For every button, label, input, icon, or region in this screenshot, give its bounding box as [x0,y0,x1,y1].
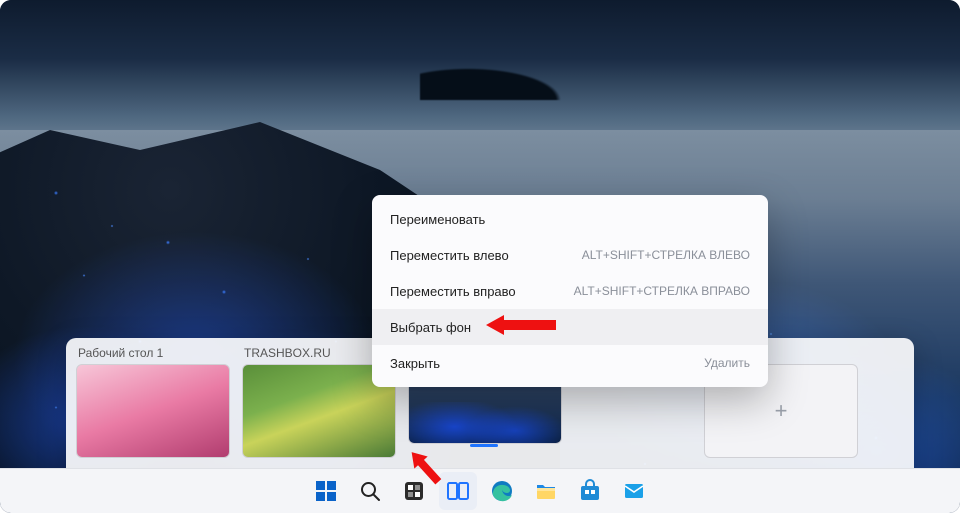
task-view-icon [446,479,470,503]
windows-icon [314,479,338,503]
widgets-button[interactable] [395,472,433,510]
edge-icon [490,479,514,503]
menu-hint: Удалить [704,356,750,370]
desktop-thumbnail-1[interactable]: Рабочий стол 1 [76,346,228,458]
menu-item-close[interactable]: Закрыть Удалить [372,345,768,381]
store-icon [578,479,602,503]
task-view-button[interactable] [439,472,477,510]
taskbar [0,468,960,513]
menu-hint: ALT+SHIFT+СТРЕЛКА ВЛЕВО [582,248,750,262]
menu-item-move-left[interactable]: Переместить влево ALT+SHIFT+СТРЕЛКА ВЛЕВ… [372,237,768,273]
edge-button[interactable] [483,472,521,510]
search-button[interactable] [351,472,389,510]
menu-item-move-right[interactable]: Переместить вправо ALT+SHIFT+СТРЕЛКА ВПР… [372,273,768,309]
menu-label: Переместить влево [390,248,509,263]
active-indicator [470,444,498,447]
menu-label: Выбрать фон [390,320,471,335]
menu-hint: ALT+SHIFT+СТРЕЛКА ВПРАВО [574,284,750,298]
menu-item-rename[interactable]: Переименовать [372,201,768,237]
file-explorer-button[interactable] [527,472,565,510]
desktop-preview [76,364,230,458]
menu-label: Закрыть [390,356,440,371]
mail-button[interactable] [615,472,653,510]
desktop-context-menu: Переименовать Переместить влево ALT+SHIF… [372,195,768,387]
start-button[interactable] [307,472,345,510]
menu-item-choose-background[interactable]: Выбрать фон [372,309,768,345]
search-icon [358,479,382,503]
mail-icon [622,479,646,503]
folder-icon [534,479,558,503]
desktop-label: Рабочий стол 1 [76,346,228,360]
widgets-icon [402,479,426,503]
menu-label: Переместить вправо [390,284,516,299]
store-button[interactable] [571,472,609,510]
menu-label: Переименовать [390,212,485,227]
